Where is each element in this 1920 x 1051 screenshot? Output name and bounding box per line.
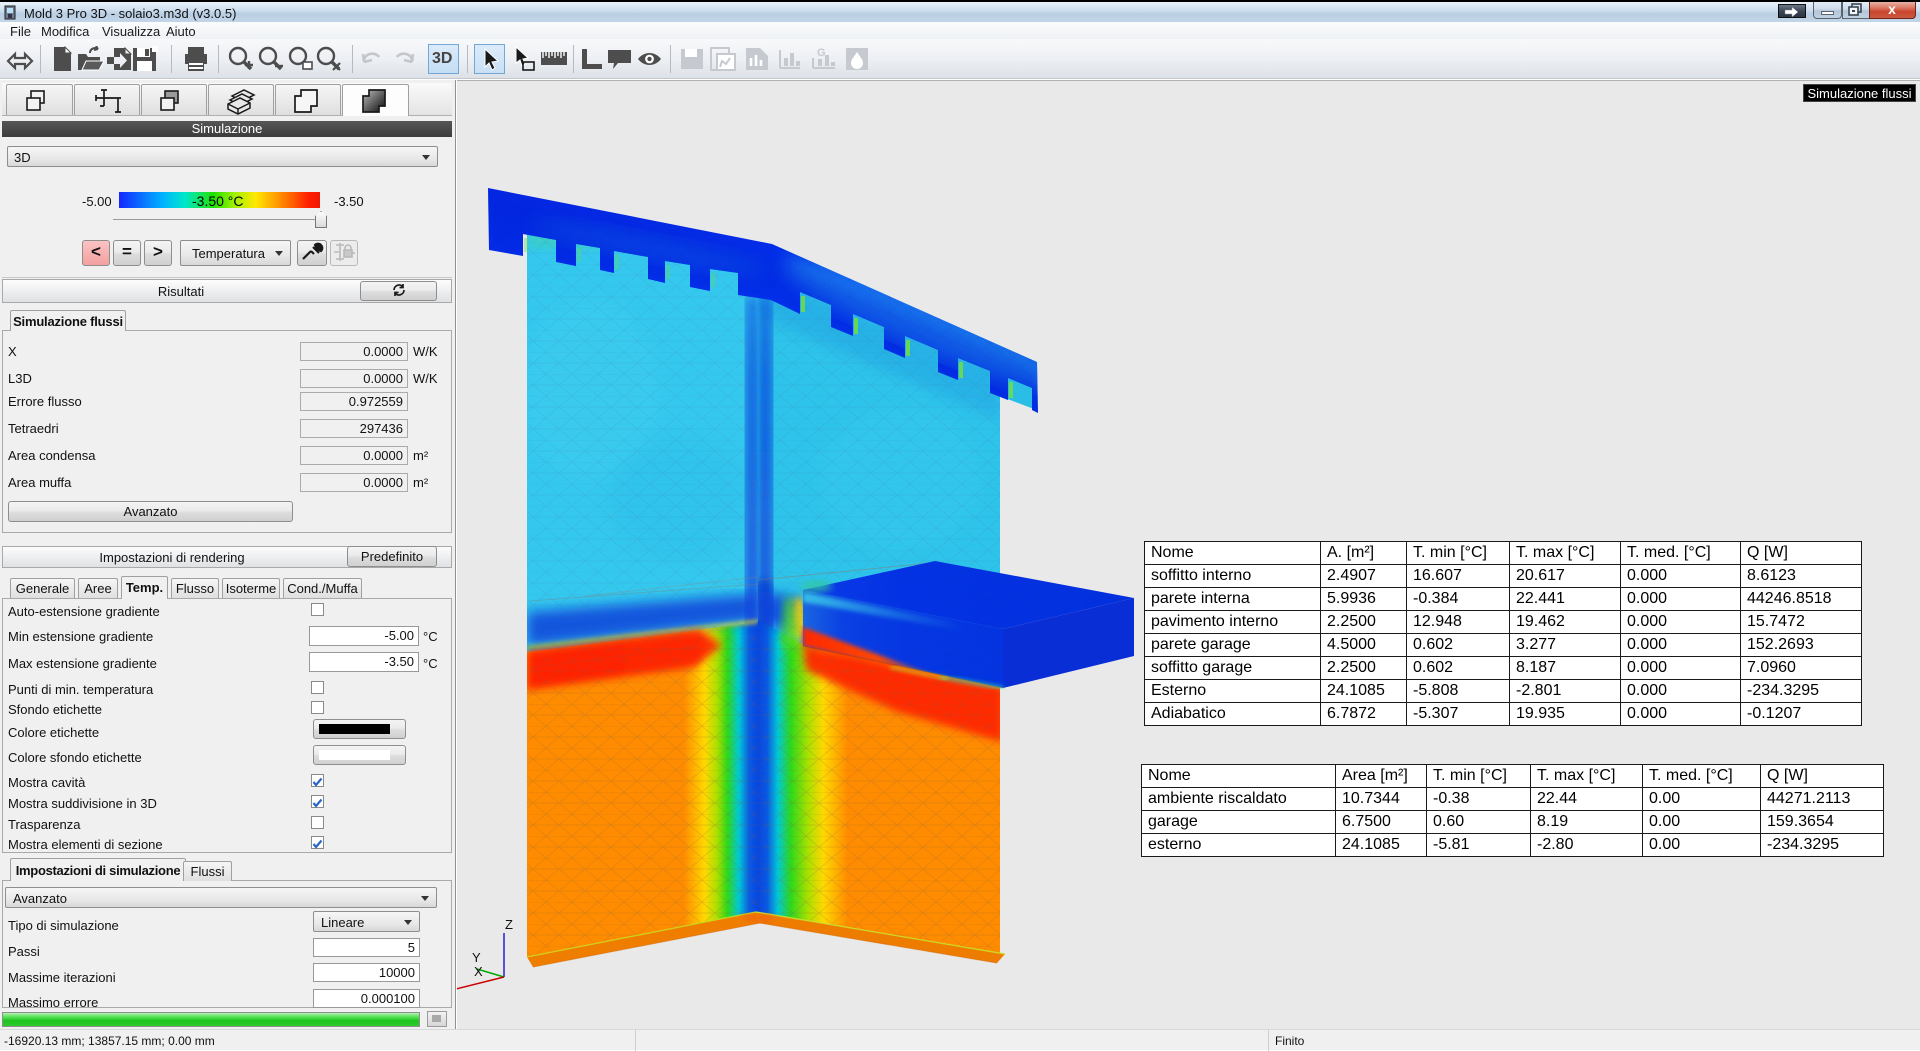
svg-text:X: X: [474, 964, 483, 979]
svg-text:x: x: [1888, 2, 1896, 17]
svg-text:Z: Z: [505, 917, 513, 932]
svg-text:Y: Y: [472, 950, 481, 965]
svg-text:G: G: [817, 47, 826, 59]
